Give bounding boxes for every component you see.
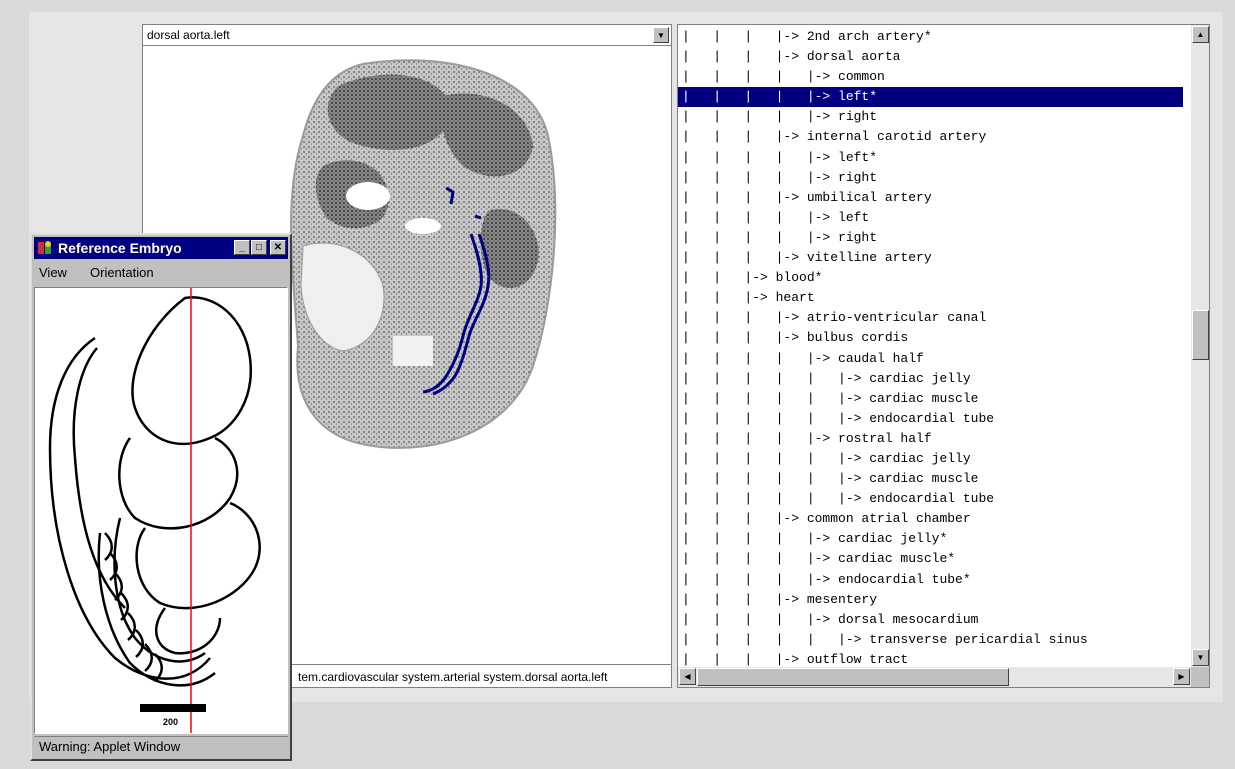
tree-item[interactable]: | | | | |-> left — [678, 208, 1183, 228]
structure-dropdown[interactable]: dorsal aorta.left ▼ — [142, 24, 672, 46]
scale-bar — [140, 704, 206, 712]
horizontal-scrollbar[interactable]: ◀ ▶ — [678, 667, 1191, 687]
tree-item[interactable]: | | |-> blood* — [678, 268, 1183, 288]
tree-item[interactable]: | | | | |-> dorsal mesocardium — [678, 610, 1183, 630]
tree-item[interactable]: | | | |-> umbilical artery — [678, 188, 1183, 208]
menu-orientation[interactable]: Orientation — [90, 265, 154, 280]
tree-item[interactable]: | | | | | |-> cardiac muscle — [678, 469, 1183, 489]
tree-item[interactable]: | | | |-> bulbus cordis — [678, 328, 1183, 348]
lumen-cavity — [346, 182, 390, 210]
scrollbar-thumb[interactable] — [697, 668, 1009, 686]
scrollbar-corner — [1191, 667, 1209, 687]
reference-embryo-canvas[interactable]: 200 — [34, 287, 288, 734]
window-menubar: View Orientation — [34, 262, 288, 284]
tree-item[interactable]: | | | | | |-> transverse pericardial sin… — [678, 630, 1183, 650]
tree-item[interactable]: | | | | |-> rostral half — [678, 429, 1183, 449]
window-title: Reference Embryo — [58, 240, 182, 256]
anatomy-tree[interactable]: | | | |-> 2nd arch artery* | | | |-> dors… — [677, 24, 1210, 688]
tree-item[interactable]: | | | |-> common atrial chamber — [678, 509, 1183, 529]
tree-item[interactable]: | | | | | |-> endocardial tube — [678, 489, 1183, 509]
tree-item[interactable]: | | | | |-> right — [678, 228, 1183, 248]
tree-item[interactable]: | | | | | |-> cardiac jelly — [678, 369, 1183, 389]
tree-item[interactable]: | | | | |-> caudal half — [678, 349, 1183, 369]
minimize-icon[interactable]: _ — [234, 240, 250, 255]
lumen-cavity — [393, 336, 433, 366]
tree-item[interactable]: | | |-> heart — [678, 288, 1183, 308]
applet-warning-text: Warning: Applet Window — [39, 739, 181, 754]
tree-item[interactable]: | | | |-> dorsal aorta — [678, 47, 1183, 67]
tree-item[interactable]: | | | | |-> right — [678, 168, 1183, 188]
scrollbar-thumb[interactable] — [1192, 309, 1209, 360]
tree-item[interactable]: | | | | |-> cardiac jelly* — [678, 529, 1183, 549]
tree-item[interactable]: | | | | |-> cardiac muscle* — [678, 549, 1183, 569]
window-titlebar[interactable]: Reference Embryo _ □ ✕ — [34, 237, 288, 259]
scale-bar-label: 200 — [163, 717, 178, 727]
maximize-icon[interactable]: □ — [251, 240, 267, 255]
tree-item[interactable]: | | | | |-> left* — [678, 87, 1183, 108]
tree-item[interactable]: | | | | |-> common — [678, 67, 1183, 87]
tree-item[interactable]: | | | | |-> endocardial tube* — [678, 570, 1183, 590]
tree-item[interactable]: | | | | | |-> cardiac muscle — [678, 389, 1183, 409]
structure-dropdown-value: dorsal aorta.left — [147, 28, 230, 42]
tree-item[interactable]: | | | |-> 2nd arch artery* — [678, 27, 1183, 47]
scroll-left-button[interactable]: ◀ — [679, 668, 696, 685]
scroll-right-button[interactable]: ▶ — [1173, 668, 1190, 685]
scroll-down-button[interactable]: ▼ — [1192, 649, 1209, 666]
tree-item[interactable]: | | | |-> internal carotid artery — [678, 127, 1183, 147]
scroll-up-button[interactable]: ▲ — [1192, 26, 1209, 43]
tree-item[interactable]: | | | |-> atrio-ventricular canal — [678, 308, 1183, 328]
lumen-cavity — [405, 218, 441, 234]
applet-warning-bar: Warning: Applet Window — [34, 736, 288, 757]
tree-item[interactable]: | | | |-> mesentery — [678, 590, 1183, 610]
tree-item[interactable]: | | | | |-> left* — [678, 148, 1183, 168]
structure-path-text: tem.cardiovascular system.arterial syste… — [298, 670, 608, 684]
chevron-down-icon[interactable]: ▼ — [653, 27, 669, 43]
anatomy-tree-list: | | | |-> 2nd arch artery* | | | |-> dors… — [678, 27, 1183, 670]
tree-item[interactable]: | | | |-> vitelline artery — [678, 248, 1183, 268]
java-applet-icon — [38, 241, 51, 254]
tree-item[interactable]: | | | | |-> right — [678, 107, 1183, 127]
dark-tissue-region — [327, 74, 453, 150]
close-icon[interactable]: ✕ — [270, 240, 286, 255]
tree-item[interactable]: | | | | | |-> cardiac jelly — [678, 449, 1183, 469]
embryo-line-drawing: 200 — [48, 288, 261, 733]
menu-view[interactable]: View — [39, 265, 67, 280]
reference-embryo-window[interactable]: Reference Embryo _ □ ✕ View Orientation … — [30, 233, 292, 761]
vertical-scrollbar[interactable]: ▲ ▼ — [1191, 25, 1209, 667]
tree-item[interactable]: | | | | | |-> endocardial tube — [678, 409, 1183, 429]
